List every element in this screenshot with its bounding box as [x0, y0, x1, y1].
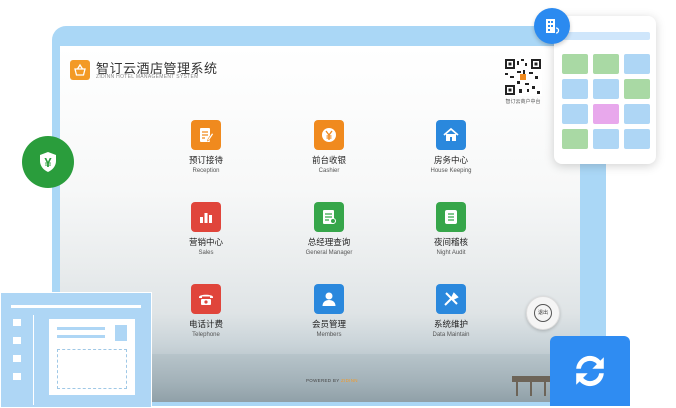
- grid-cell: [562, 54, 588, 74]
- report-icon: [314, 202, 344, 232]
- avatar-icon: [115, 325, 127, 341]
- qr-caption: 智订云商户中台: [505, 99, 541, 105]
- grid-cell: [593, 129, 619, 149]
- tile-sublabel: Sales: [198, 250, 214, 256]
- doc-divider: [33, 315, 34, 405]
- tile-label: 前台收银: [311, 155, 346, 165]
- yen-coin-icon: [314, 120, 344, 150]
- tile-label: 总经理查询: [307, 237, 351, 247]
- powered-by: POWERED BY ZIDINN: [306, 378, 358, 383]
- tile-label: 预订接待: [188, 155, 223, 165]
- exit-button[interactable]: 退出: [526, 296, 560, 330]
- tile-telephone[interactable]: 电话计费 Telephone: [164, 284, 248, 338]
- grid-cell: [593, 54, 619, 74]
- grid-card-header: [562, 32, 650, 40]
- pier-leg: [530, 380, 532, 396]
- grid-cell: [624, 79, 650, 99]
- tile-sublabel: Data Maintain: [432, 332, 470, 338]
- house-icon: [436, 120, 466, 150]
- grid-card-decoration: [554, 16, 656, 164]
- pencil-note-icon: [191, 120, 221, 150]
- doc-line: [57, 327, 105, 330]
- tile-label: 系统维护: [433, 319, 468, 329]
- tile-sublabel: Members: [316, 332, 342, 338]
- doc-side-block: [13, 337, 21, 344]
- doc-side-block: [13, 319, 21, 326]
- powered-prefix: POWERED BY: [306, 378, 340, 383]
- grid-cell: [624, 104, 650, 124]
- app-subtitle: ZIDINN HOTEL MANAGEMENT SYSTEM: [96, 74, 199, 80]
- basket-logo-icon: [70, 60, 90, 80]
- tile-label: 夜间稽核: [433, 237, 468, 247]
- pier-leg: [516, 380, 518, 396]
- tile-night-audit[interactable]: 夜间稽核 Night Audit: [409, 202, 493, 256]
- audit-list-icon: [436, 202, 466, 232]
- tile-cashier[interactable]: 前台收银 Cashier: [287, 120, 371, 174]
- doc-line: [57, 335, 105, 338]
- grid-cell: [593, 104, 619, 124]
- bar-chart-icon: [191, 202, 221, 232]
- tile-sublabel: General Manager: [305, 250, 353, 256]
- tile-label: 房务中心: [433, 155, 468, 165]
- telephone-icon: [191, 284, 221, 314]
- doc-header-line: [11, 305, 141, 308]
- doc-dashed-box: [57, 349, 127, 389]
- tile-reception[interactable]: 预订接待 Reception: [164, 120, 248, 174]
- tools-icon: [436, 284, 466, 314]
- tile-sublabel: Cashier: [318, 168, 340, 174]
- tile-label: 电话计费: [188, 319, 223, 329]
- grid-cell: [562, 104, 588, 124]
- sync-refresh-icon: [550, 336, 630, 406]
- tile-general-manager[interactable]: 总经理查询 General Manager: [287, 202, 371, 256]
- grid-cell: [562, 79, 588, 99]
- doc-side-block: [13, 373, 21, 380]
- grid-cell: [562, 129, 588, 149]
- building-icon: [534, 8, 570, 44]
- tile-sales[interactable]: 营销中心 Sales: [164, 202, 248, 256]
- grid-cell: [624, 54, 650, 74]
- powered-brand: ZIDINN: [341, 378, 358, 383]
- grid-cell: [593, 79, 619, 99]
- doc-panel: [49, 319, 135, 395]
- yen-shield-icon: ¥: [22, 136, 74, 188]
- tile-sublabel: Night Audit: [436, 250, 466, 256]
- grid-cell: [624, 129, 650, 149]
- qr-code: [504, 58, 542, 96]
- tile-sublabel: Telephone: [192, 332, 220, 338]
- pier-leg: [544, 380, 546, 396]
- member-user-icon: [314, 284, 344, 314]
- shield-symbol: ¥: [44, 154, 52, 170]
- tile-sublabel: Reception: [192, 168, 220, 174]
- document-window-decoration: [0, 292, 152, 408]
- tile-label: 会员管理: [311, 319, 346, 329]
- tile-sublabel: House Keeping: [430, 168, 472, 174]
- doc-side-block: [13, 355, 21, 362]
- tile-housekeeping[interactable]: 房务中心 House Keeping: [409, 120, 493, 174]
- pier-decoration: [512, 376, 552, 382]
- tile-data-maintain[interactable]: 系统维护 Data Maintain: [409, 284, 493, 338]
- exit-label: 退出: [537, 310, 548, 316]
- tile-label: 营销中心: [188, 237, 223, 247]
- tile-members[interactable]: 会员管理 Members: [287, 284, 371, 338]
